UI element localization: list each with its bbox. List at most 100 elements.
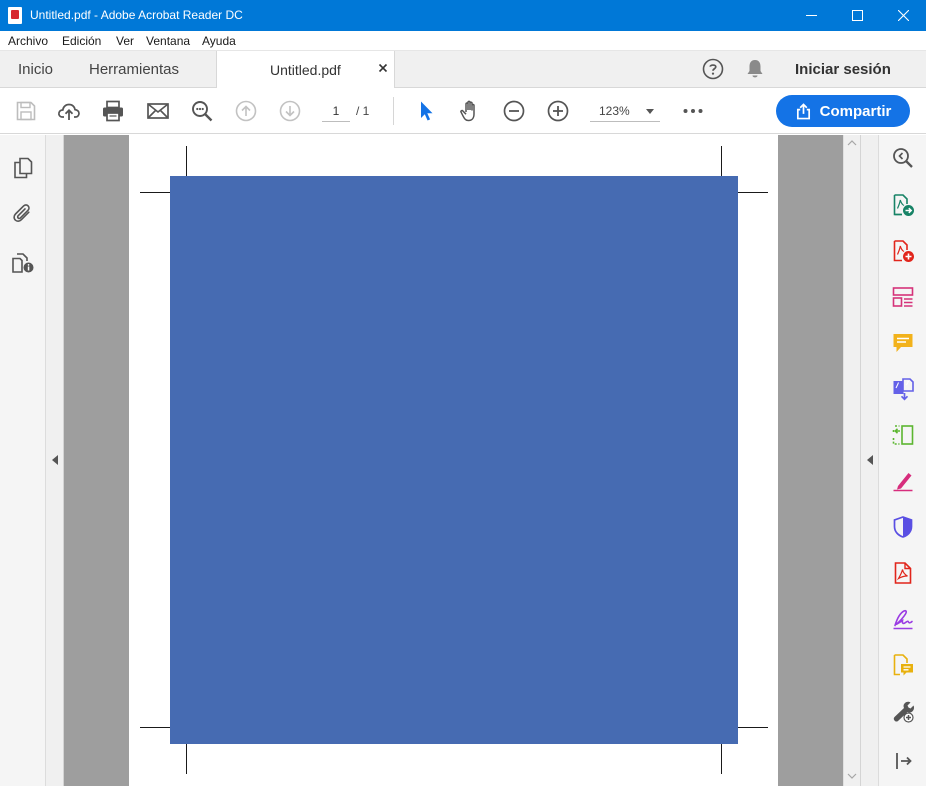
tool-fill-sign[interactable] [891,469,915,493]
tool-send-for-comments[interactable] [891,653,915,677]
crop-mark [140,727,170,728]
combine-files-icon [893,378,914,401]
share-button-label: Compartir [819,102,892,120]
menu-ver[interactable]: Ver [116,34,134,48]
vertical-scrollbar[interactable] [843,135,860,786]
find-button[interactable] [190,99,214,123]
arrow-up-circle-icon [235,100,257,122]
signin-link[interactable]: Iniciar sesión [795,61,891,78]
email-button[interactable] [146,99,170,123]
crop-mark [186,146,187,176]
hand-tool-button[interactable] [458,99,482,123]
tab-bar: Inicio Herramientas Untitled.pdf Iniciar… [0,51,926,88]
zoom-level-dropdown[interactable]: 123% [590,100,660,122]
comment-icon [893,334,913,352]
attachments-button[interactable] [11,202,35,226]
zoom-in-icon [547,100,569,122]
print-button[interactable] [101,99,125,123]
tool-combine-files[interactable] [891,377,915,401]
tool-organize-pages[interactable] [891,423,915,447]
main-toolbar: / 1 123% Compa [0,88,926,134]
page-thumbnails-button[interactable] [11,156,35,180]
page-thumbnails-icon [14,157,33,179]
crop-mark [738,192,768,193]
left-panel-toggle-strip[interactable] [46,135,64,786]
crop-mark [721,146,722,176]
organize-pages-icon [892,425,914,445]
close-window-button[interactable] [880,0,926,31]
adobe-pdf-icon [894,562,912,584]
save-button[interactable] [14,99,38,123]
maximize-icon [851,10,863,21]
crop-mark [738,727,768,728]
tools-panel [878,135,926,786]
scroll-down-arrow-icon[interactable] [847,772,857,780]
tool-search[interactable] [891,146,915,170]
previous-page-button[interactable] [234,99,258,123]
mail-icon [147,103,169,119]
page-blue-rectangle [170,176,738,744]
share-icon [796,102,810,119]
page-number-input[interactable] [322,100,350,122]
more-options-button[interactable] [681,99,705,123]
document-info-icon [12,253,34,273]
minimize-button[interactable] [788,0,834,31]
paperclip-icon [13,204,30,222]
fill-sign-icon [893,473,913,492]
close-icon [897,10,909,21]
tab-inicio[interactable]: Inicio [18,61,53,78]
document-properties-button[interactable] [11,251,35,275]
menu-archivo[interactable]: Archivo [8,34,48,48]
acrobat-app-icon [8,7,22,24]
tool-create-pdf[interactable] [891,239,915,263]
crop-mark [721,744,722,774]
request-signature-icon [893,609,913,630]
tool-adobe-pdf[interactable] [891,561,915,585]
tool-protect[interactable] [891,515,915,539]
close-tab-icon[interactable] [377,62,389,74]
menu-edicion[interactable]: Edición [62,34,101,48]
print-icon [103,100,123,122]
help-icon[interactable] [702,58,724,80]
menu-ventana[interactable]: Ventana [146,34,190,48]
tool-export-pdf[interactable] [891,193,915,217]
crop-mark [140,192,170,193]
zoom-out-button[interactable] [502,99,526,123]
zoom-in-button[interactable] [546,99,570,123]
tab-herramientas[interactable]: Herramientas [89,61,179,78]
menu-bar: Archivo Edición Ver Ventana Ayuda [0,31,926,51]
menu-ayuda[interactable]: Ayuda [202,34,236,48]
minimize-icon [805,15,817,16]
export-pdf-icon [893,194,914,216]
right-panel-toggle-strip[interactable] [860,135,878,786]
hand-icon [460,100,475,122]
send-comments-icon [893,654,913,676]
share-button[interactable]: Compartir [776,95,910,127]
notifications-bell-icon[interactable] [745,58,765,80]
tool-more-tools[interactable] [891,699,915,723]
scroll-up-arrow-icon[interactable] [847,139,857,147]
tools-panel-collapse-button[interactable] [891,749,915,773]
collapse-left-arrow-icon[interactable] [52,455,58,465]
tab-document[interactable]: Untitled.pdf [216,51,395,88]
crop-mark [186,744,187,774]
tool-comment[interactable] [891,331,915,355]
edit-pdf-icon [892,287,914,307]
next-page-button[interactable] [278,99,302,123]
select-tool-button[interactable] [414,99,438,123]
left-navigation-panel [0,135,46,786]
zoom-out-icon [503,100,525,122]
page-count: / 1 [356,104,370,118]
maximize-button[interactable] [834,0,880,31]
cursor-arrow-icon [421,101,433,121]
window-title: Untitled.pdf - Adobe Acrobat Reader DC [30,8,243,22]
expand-right-arrow-icon[interactable] [867,455,873,465]
tool-edit-pdf[interactable] [891,285,915,309]
more-tools-icon [893,701,914,723]
protect-shield-icon [893,516,913,538]
tool-request-signature[interactable] [891,607,915,631]
chevron-down-icon [646,109,654,114]
more-horizontal-icon [683,109,703,113]
expand-panel-icon [896,753,912,769]
upload-cloud-button[interactable] [57,99,81,123]
